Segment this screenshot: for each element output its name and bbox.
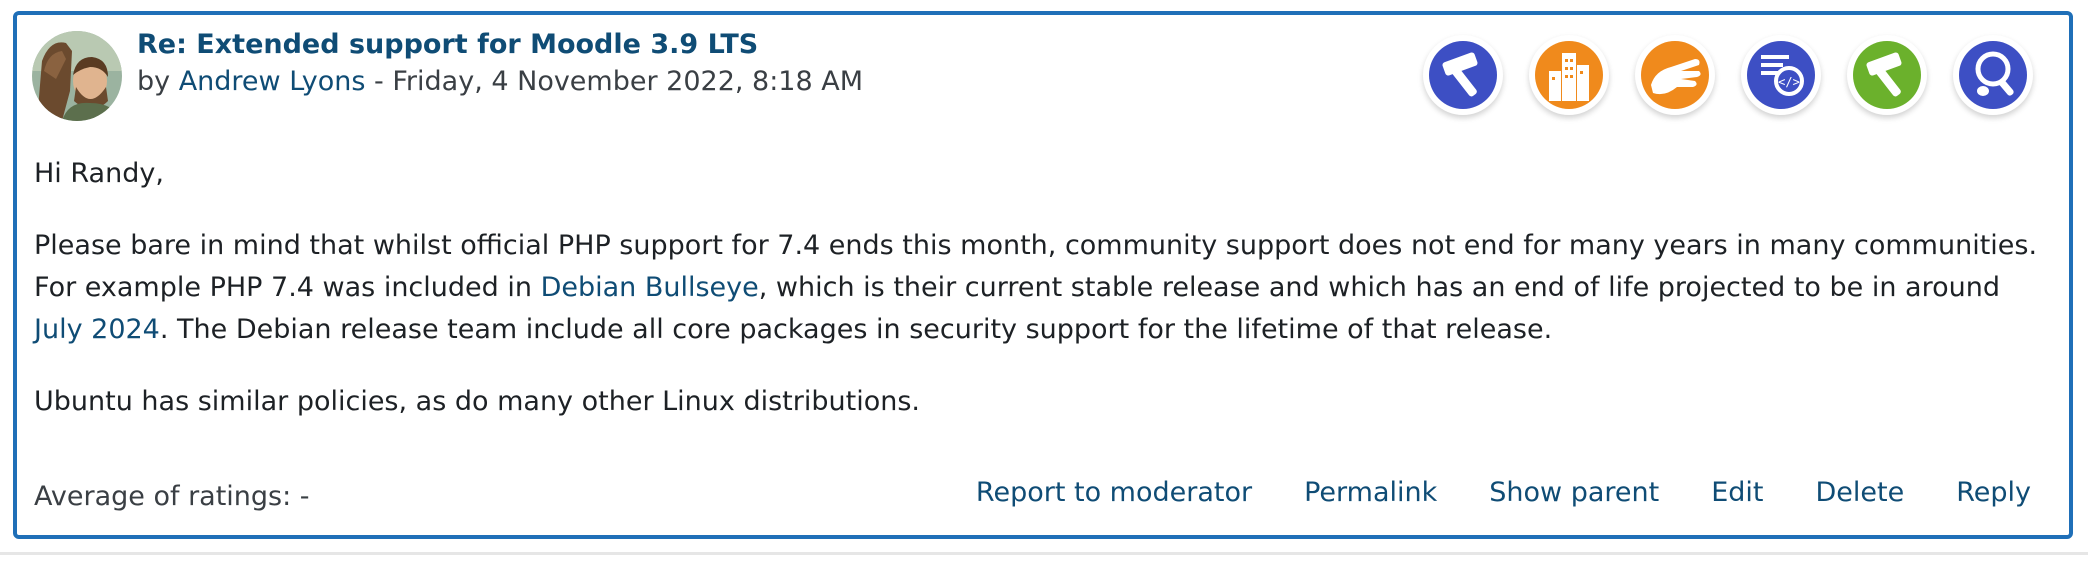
report-to-moderator-link[interactable]: Report to moderator — [976, 477, 1252, 508]
show-parent-link[interactable]: Show parent — [1489, 477, 1659, 508]
forum-post: Re: Extended support for Moodle 3.9 LTS … — [13, 11, 2073, 539]
badge-tester[interactable] — [1847, 35, 1927, 115]
author-badges: </> — [1423, 35, 2033, 115]
paragraph-text: . The Debian release team include all co… — [159, 314, 1553, 345]
post-paragraph-ubuntu: Ubuntu has similar policies, as do many … — [34, 386, 920, 417]
reply-link[interactable]: Reply — [1956, 477, 2031, 508]
byline-prefix: by — [137, 66, 179, 97]
badge-code-reviewer[interactable]: </> — [1741, 35, 1821, 115]
post-greeting: Hi Randy, — [34, 158, 164, 189]
edit-link[interactable]: Edit — [1711, 477, 1763, 508]
hammer-icon — [1853, 41, 1921, 109]
post-date: - Friday, 4 November 2022, 8:18 AM — [365, 66, 864, 97]
hand-icon — [1641, 41, 1709, 109]
post-paragraph: Please bare in mind that whilst official… — [34, 225, 2054, 351]
avatar-photo — [32, 31, 122, 121]
badge-partner[interactable] — [1529, 35, 1609, 115]
badge-bug-finder[interactable] — [1953, 35, 2033, 115]
divider — [0, 552, 2088, 555]
code-document-icon: </> — [1747, 41, 1815, 109]
buildings-icon — [1535, 41, 1603, 109]
post-byline: by Andrew Lyons - Friday, 4 November 202… — [137, 66, 863, 97]
hammer-icon — [1429, 41, 1497, 109]
author-avatar[interactable] — [32, 31, 122, 121]
badge-developer[interactable] — [1423, 35, 1503, 115]
debian-bullseye-link[interactable]: Debian Bullseye — [541, 272, 759, 303]
average-ratings: Average of ratings: - — [34, 481, 310, 512]
post-title[interactable]: Re: Extended support for Moodle 3.9 LTS — [137, 29, 758, 60]
svg-text:</>: </> — [1778, 75, 1800, 89]
post-content: Hi Randy, Please bare in mind that whils… — [34, 153, 2054, 453]
paragraph-text: , which is their current stable release … — [758, 272, 2000, 303]
author-link[interactable]: Andrew Lyons — [179, 66, 366, 97]
permalink-link[interactable]: Permalink — [1304, 477, 1437, 508]
badge-helper[interactable] — [1635, 35, 1715, 115]
post-actions: Report to moderator Permalink Show paren… — [976, 477, 2031, 508]
delete-link[interactable]: Delete — [1816, 477, 1905, 508]
magnifier-bug-icon — [1959, 41, 2027, 109]
july-2024-link[interactable]: July 2024 — [34, 314, 160, 345]
